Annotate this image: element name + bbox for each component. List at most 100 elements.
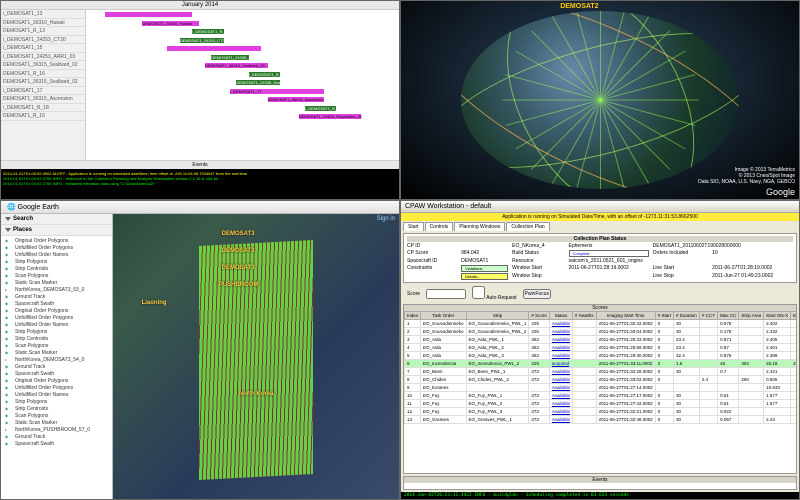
gantt-bar[interactable]: DEMOSAT1_36310_Hawaii bbox=[142, 21, 198, 26]
tab-collection-plan[interactable]: Collection Plan bbox=[506, 222, 549, 231]
scores-table[interactable]: IndexTask OrderStrip# ScoreStatus# Swath… bbox=[404, 311, 797, 424]
ge-layer-item[interactable]: Scan Polygons bbox=[3, 412, 110, 419]
gantt-row-label[interactable]: DEMOSAT1_36315_Svalbard_02 bbox=[1, 61, 85, 70]
ge-layer-item[interactable]: Original Order Polygons bbox=[3, 307, 110, 314]
gantt-row-label[interactable]: i_DEMOSAT1_15 bbox=[1, 44, 85, 53]
ge-layer-item[interactable]: Scan Polygons bbox=[3, 272, 110, 279]
tab-planning-windows[interactable]: Planning Windows bbox=[454, 222, 505, 231]
ge-layer-item[interactable]: Original Order Polygons bbox=[3, 237, 110, 244]
column-header[interactable]: # Score bbox=[529, 312, 550, 320]
globe-panel[interactable]: DEMOSAT2 Image © 2013 TerraMetrics © 201… bbox=[400, 0, 800, 200]
ge-map-view[interactable]: Sign in DEMOSAT3DEMOSAT3DEMOSAT3PUSHBROO… bbox=[113, 214, 399, 499]
ge-layer-group[interactable]: NorthKorea_DEMOSAT3_54_0 bbox=[3, 356, 110, 363]
ge-layer-item[interactable]: Ground Track bbox=[3, 293, 110, 300]
ge-layer-item[interactable]: Unfulfilled Order Polygons bbox=[3, 384, 110, 391]
gantt-bar[interactable]: i_DEMOSAT1_R_14 bbox=[192, 29, 223, 34]
column-header[interactable]: Status bbox=[549, 312, 572, 320]
ge-layer-item[interactable]: Ground Track bbox=[3, 433, 110, 440]
table-row[interactable]: 8EO_ChidesEO_Chides_PWL_2373Available201… bbox=[405, 376, 798, 384]
gantt-row-label[interactable]: DEMOSAT1_36315_Svalbard_02 bbox=[1, 78, 85, 87]
gantt-bar[interactable]: DEMOSAT1_24335_ARR1_04 bbox=[211, 55, 249, 60]
ge-layer-item[interactable]: Ground Track bbox=[3, 363, 110, 370]
gantt-bar[interactable]: DEMOSAT1_24253_CT30 bbox=[180, 38, 224, 43]
gantt-bar[interactable]: i_DEMOSAT1_R_18 bbox=[305, 106, 336, 111]
gantt-bar[interactable] bbox=[105, 12, 193, 17]
ge-layer-item[interactable]: Strip Polygons bbox=[3, 328, 110, 335]
table-row[interactable]: 5EO_AidaEO_Aida_PWL_3363Available2011-06… bbox=[405, 352, 798, 360]
gantt-row-label[interactable]: DEMOSAT1_R_16 bbox=[1, 112, 85, 121]
table-row[interactable]: 10EO_FuyEO_Fuy_PWL_1373Available2011-06-… bbox=[405, 392, 798, 400]
constraints-pill[interactable]: Violations bbox=[461, 265, 508, 272]
ge-layer-group[interactable]: NorthKorea_DEMOSAT3_53_0 bbox=[3, 286, 110, 293]
table-row[interactable]: 4EO_AidaEO_Aida_PWL_2363Available2011-06… bbox=[405, 344, 798, 352]
column-header[interactable]: Task Order bbox=[421, 312, 467, 320]
signin-link[interactable]: Sign in bbox=[377, 216, 395, 222]
ge-search-section[interactable]: Search bbox=[1, 214, 112, 225]
cpaw-table-wrap[interactable]: Scores IndexTask OrderStrip# ScoreStatus… bbox=[403, 304, 797, 474]
ge-layer-item[interactable]: Spacecraft Swath bbox=[3, 300, 110, 307]
column-header[interactable]: Index bbox=[405, 312, 421, 320]
ge-layer-item[interactable]: Spacecraft Swath bbox=[3, 440, 110, 447]
ge-layer-item[interactable]: Unfulfilled Order Names bbox=[3, 391, 110, 398]
ge-layer-item[interactable]: Unfulfilled Order Polygons bbox=[3, 314, 110, 321]
details-button[interactable]: Details... bbox=[461, 273, 508, 280]
ge-layer-item[interactable]: Static Scan Marker bbox=[3, 419, 110, 426]
gantt-console[interactable]: 2014-01-01T01:00:02.0002 ALERT : Applica… bbox=[1, 169, 399, 199]
gantt-chart-area[interactable]: DEMOSAT1_36310_Hawaii i_DEMOSAT1_R_14 DEMO… bbox=[86, 10, 399, 160]
column-header[interactable]: # Duration bbox=[674, 312, 700, 320]
ge-layer-item[interactable]: Strip Centroids bbox=[3, 405, 110, 412]
gantt-bar[interactable]: DEMOSAT1_24426_Seychelles_02 bbox=[299, 114, 362, 119]
gantt-bar[interactable] bbox=[167, 46, 261, 51]
column-header[interactable]: Max CC bbox=[718, 312, 739, 320]
table-row[interactable]: 2EO_GouvodiennekoEO_Gouvodienneko_PWL_22… bbox=[405, 328, 798, 336]
gantt-bar[interactable]: DEMOSAT1_36315_Svalbard_03 bbox=[205, 63, 268, 68]
gantt-row-label[interactable]: i_DEMOSAT1_13 bbox=[1, 10, 85, 19]
ge-layer-item[interactable]: Strip Centroids bbox=[3, 265, 110, 272]
ge-layer-tree[interactable]: Original Order PolygonsUnfulfilled Order… bbox=[1, 236, 112, 448]
auto-request-checkbox[interactable]: Auto Request bbox=[472, 286, 516, 301]
table-row[interactable]: 11EO_FuyEO_Fuy_PWL_2373Available2011-06-… bbox=[405, 400, 798, 408]
gantt-bar[interactable]: i_DEMOSAT1_17 bbox=[230, 89, 324, 94]
ge-layer-group[interactable]: NorthKorea_PUSHBROOM_57_0 bbox=[3, 426, 110, 433]
gantt-row-label[interactable]: DEMOSAT1_R_13 bbox=[1, 27, 85, 36]
gantt-row-label[interactable]: DEMOSAT1_R_16 bbox=[1, 70, 85, 79]
ge-sidebar[interactable]: Search Places Original Order PolygonsUnf… bbox=[1, 214, 113, 499]
tab-controls[interactable]: Controls bbox=[425, 222, 454, 231]
gantt-bar[interactable]: DEMOSAT1_24336_Svalbard_04 bbox=[236, 80, 280, 85]
column-header[interactable]: Imaging Start Time bbox=[596, 312, 655, 320]
ge-layer-item[interactable]: Strip Polygons bbox=[3, 258, 110, 265]
ge-layer-item[interactable]: Strip Polygons bbox=[3, 398, 110, 405]
table-row[interactable]: 9EO_EonteesAvailable2011-06-27T01:27:14.… bbox=[405, 384, 798, 392]
score-input[interactable] bbox=[426, 289, 466, 299]
gantt-row-label[interactable]: i_DEMOSAT1_24253_CT30 bbox=[1, 36, 85, 45]
ge-layer-item[interactable]: Spacecraft Swath bbox=[3, 370, 110, 377]
column-header[interactable]: # CCY bbox=[699, 312, 717, 320]
table-row[interactable]: 13EO_GreavesEO_Greaves_PWL_1373Available… bbox=[405, 416, 798, 424]
column-header[interactable]: # Swaths bbox=[573, 312, 597, 320]
gantt-row-label[interactable]: i_DEMOSAT1_17 bbox=[1, 87, 85, 96]
gantt-row-label[interactable]: DEMOSAT1_36310_Hawaii bbox=[1, 19, 85, 28]
table-row[interactable]: 7EO_BeenEO_Been_PWL_1373Available2011-06… bbox=[405, 368, 798, 376]
column-header[interactable]: Strip Area bbox=[739, 312, 764, 320]
gantt-bar[interactable]: DEMOSAT1_36315_Ascension bbox=[268, 97, 324, 102]
gantt-row-label[interactable]: DEMOSAT1_36315_Ascension bbox=[1, 95, 85, 104]
column-header[interactable]: Start ON-X bbox=[764, 312, 791, 320]
ge-layer-item[interactable]: Scan Polygons bbox=[3, 342, 110, 349]
ge-layer-item[interactable]: Unfulfilled Order Polygons bbox=[3, 244, 110, 251]
column-header[interactable]: Strip bbox=[466, 312, 529, 320]
table-row[interactable]: 1EO_GouvodiennekoEO_Gouvodienneko_PWL_12… bbox=[405, 320, 798, 328]
ge-layer-item[interactable]: Unfulfilled Order Names bbox=[3, 321, 110, 328]
table-header-row[interactable]: IndexTask OrderStrip# ScoreStatus# Swath… bbox=[405, 312, 798, 320]
column-header[interactable]: # Start bbox=[655, 312, 673, 320]
ge-places-section[interactable]: Places bbox=[1, 225, 112, 236]
ge-layer-item[interactable]: Original Order Polygons bbox=[3, 377, 110, 384]
gantt-row-label[interactable]: i_DEMOSAT1_24253_ARR1_03 bbox=[1, 53, 85, 62]
column-header[interactable]: Est ON-X bbox=[791, 312, 797, 320]
table-row[interactable]: 3EO_AidaEO_Aida_PWL_1363Available2011-06… bbox=[405, 336, 798, 344]
table-row[interactable]: 6EO_IncendenciaEO_Incendencia_PWL_2229ac… bbox=[405, 360, 798, 368]
tab-start[interactable]: Start bbox=[403, 222, 424, 231]
pwinfocus-button[interactable]: PwinFocus bbox=[523, 289, 551, 299]
gantt-row-label[interactable]: i_DEMOSAT1_R_18 bbox=[1, 104, 85, 113]
table-row[interactable]: 12EO_FuyEO_Fuy_PWL_3373Available2011-06-… bbox=[405, 408, 798, 416]
ge-layer-item[interactable]: Unfulfilled Order Names bbox=[3, 251, 110, 258]
